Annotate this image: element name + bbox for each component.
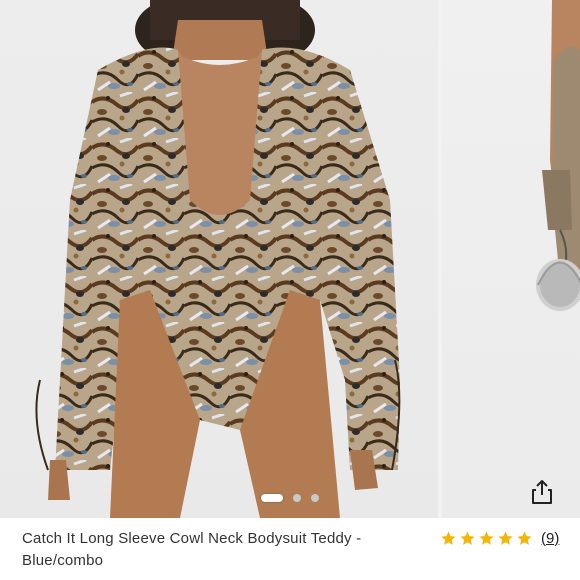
carousel-dot-active[interactable] [260,493,283,502]
share-button[interactable] [524,474,560,510]
star-icon [479,530,494,545]
product-title: Catch It Long Sleeve Cowl Neck Bodysuit … [22,530,362,569]
model-photo-illustration-next [536,0,580,311]
star-icon [517,530,532,545]
product-photo-next[interactable] [442,0,580,518]
star-icon [498,530,513,545]
star-icon [441,530,456,545]
product-rating[interactable]: (9) [440,528,559,548]
product-info: Catch It Long Sleeve Cowl Neck Bodysuit … [0,518,580,580]
star-icon [460,530,475,545]
review-count-link[interactable]: (9) [541,530,559,547]
carousel-dot[interactable] [293,493,301,502]
model-photo-illustration [35,0,401,518]
price-partial [22,576,82,580]
image-carousel[interactable] [0,0,580,518]
carousel-pagination[interactable] [0,489,580,502]
share-icon [532,480,552,504]
product-photo-main[interactable] [0,0,438,518]
